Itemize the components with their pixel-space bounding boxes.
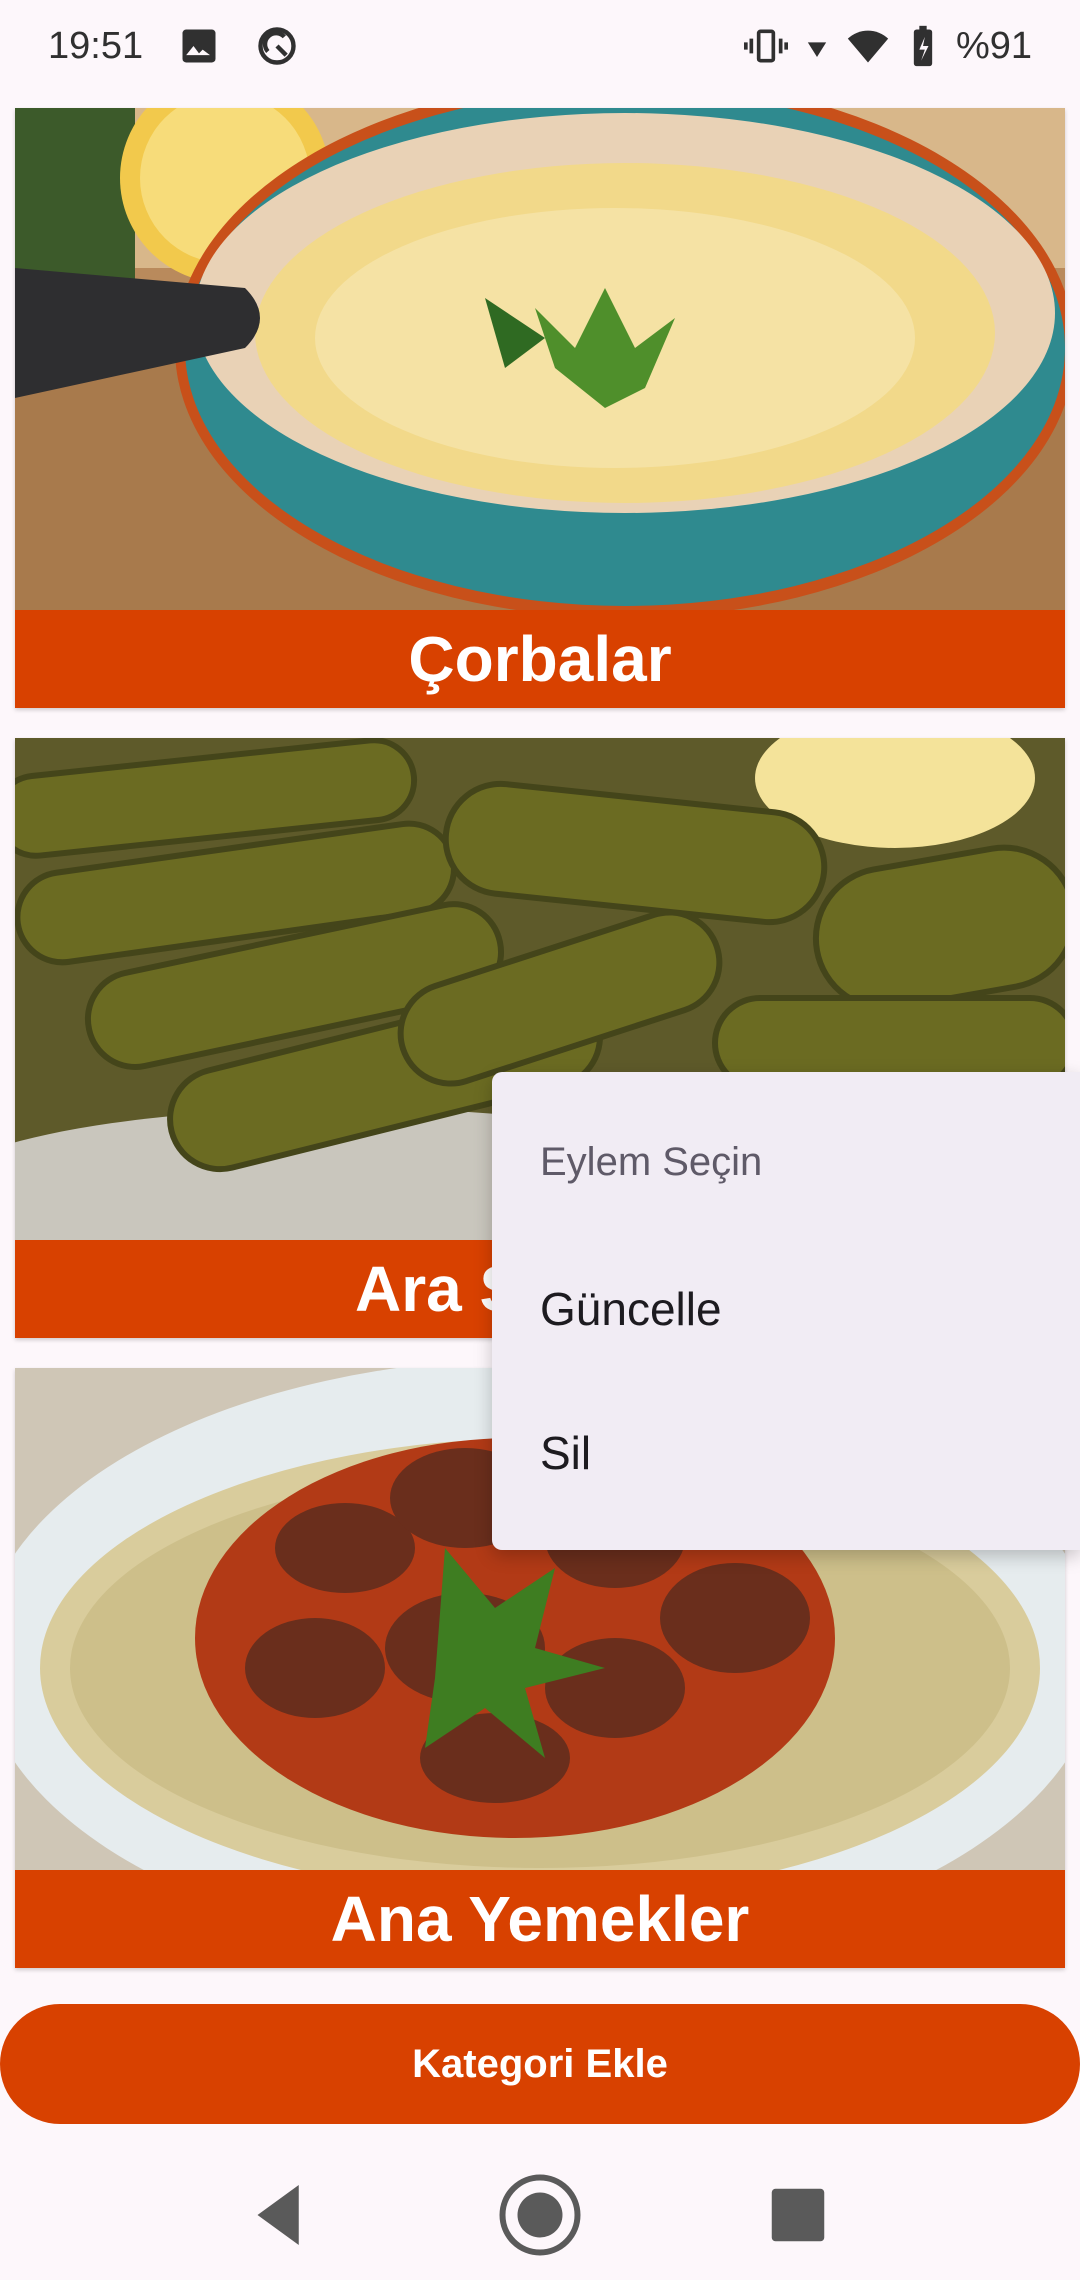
back-icon[interactable] (225, 2160, 335, 2270)
add-category-button[interactable]: Kategori Ekle (0, 2004, 1080, 2124)
menu-item-update[interactable]: Güncelle (540, 1282, 722, 1336)
status-left: 19:51 (48, 24, 299, 68)
home-icon[interactable] (485, 2160, 595, 2270)
soup-bowl-photo (15, 108, 1065, 610)
recents-icon[interactable] (743, 2160, 853, 2270)
action-popup-menu: Eylem Seçin Güncelle Sil (492, 1072, 1080, 1550)
status-right: %91 (743, 24, 1032, 68)
image-icon (177, 24, 221, 68)
popup-title: Eylem Seçin (540, 1140, 763, 1184)
status-time: 19:51 (48, 24, 144, 67)
battery-icon (908, 24, 938, 68)
signal-icon (806, 24, 828, 68)
menu-item-delete[interactable]: Sil (540, 1426, 591, 1480)
status-bar: 19:51 %91 (0, 0, 1080, 92)
category-label: Çorbalar (15, 610, 1065, 708)
sync-icon (255, 24, 299, 68)
category-label: Ana Yemekler (15, 1870, 1065, 1968)
vibrate-icon (743, 24, 788, 68)
category-card[interactable]: Çorbalar (15, 108, 1065, 708)
wifi-icon (846, 24, 890, 68)
battery-percent: %91 (955, 24, 1032, 67)
